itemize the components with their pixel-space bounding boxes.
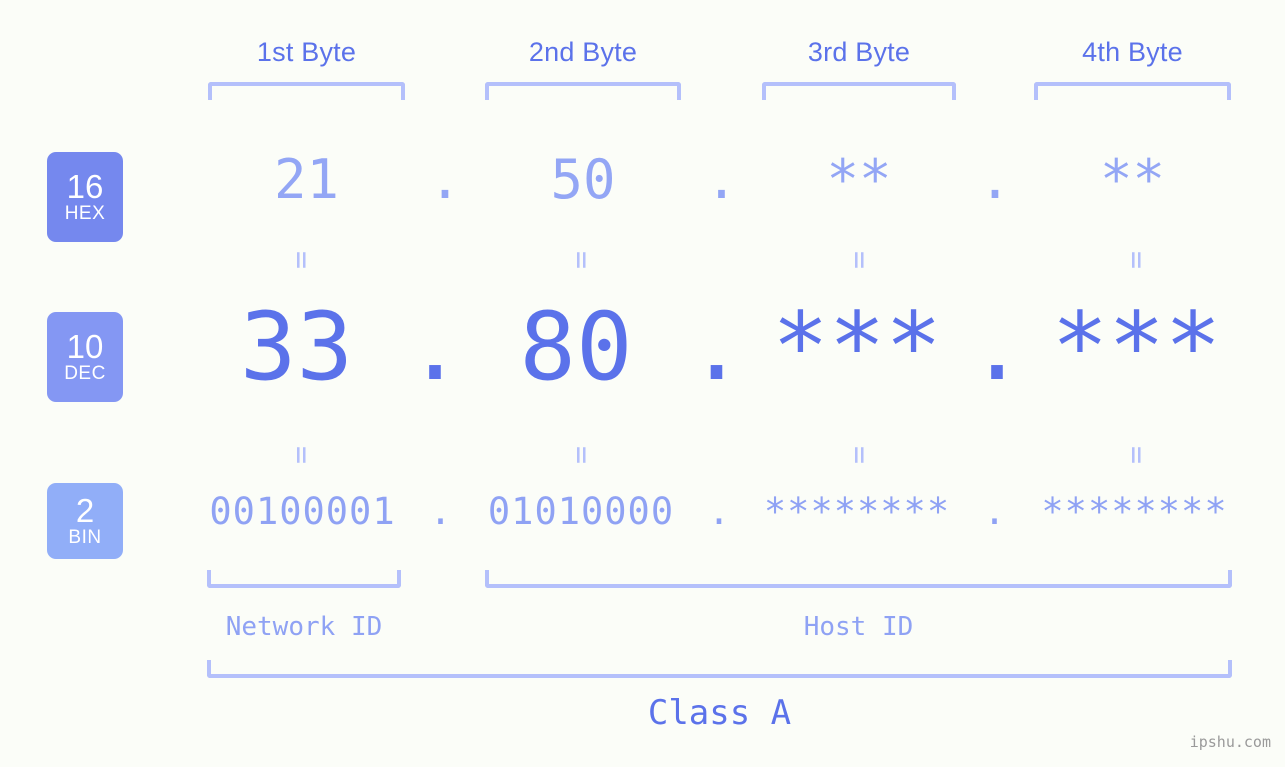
- dec-separator-3: .: [968, 293, 1026, 402]
- equals-mark-dec-bin-1: =: [284, 445, 319, 465]
- dec-byte-3-value: ***: [772, 293, 942, 402]
- base-badge-hex: 16 HEX: [47, 152, 123, 242]
- bracket-host-id: [485, 570, 1232, 588]
- class-label: Class A: [647, 693, 792, 733]
- hex-separator-3: .: [978, 148, 1012, 211]
- host-id-label: Host ID: [803, 612, 914, 642]
- bin-separator-3: .: [983, 490, 1007, 533]
- bin-byte-3-value: ********: [763, 490, 951, 533]
- bracket-byte-3: [762, 82, 956, 100]
- bracket-byte-1: [208, 82, 405, 100]
- hex-byte-3-value: **: [826, 148, 892, 211]
- equals-mark-hex-dec-4: =: [1119, 250, 1154, 270]
- base-badge-dec-label: DEC: [64, 362, 106, 384]
- dec-separator-1: .: [406, 293, 464, 402]
- dec-separator-2: .: [688, 293, 745, 402]
- bracket-byte-2: [485, 82, 681, 100]
- equals-mark-hex-dec-1: =: [284, 250, 319, 270]
- bin-byte-1-value: 00100001: [209, 490, 396, 533]
- bin-byte-2-value: 01010000: [487, 490, 675, 533]
- equals-mark-dec-bin-4: =: [1119, 445, 1154, 465]
- hex-byte-4-value: **: [1099, 148, 1166, 211]
- watermark: ipshu.com: [1189, 733, 1271, 751]
- dec-byte-2-value: 80: [519, 293, 633, 402]
- equals-mark-hex-dec-3: =: [842, 250, 877, 270]
- base-badge-dec-number: 10: [66, 327, 104, 365]
- bin-separator-2: .: [707, 490, 732, 533]
- hex-separator-1: .: [428, 148, 462, 211]
- equals-mark-dec-bin-3: =: [842, 445, 877, 465]
- dec-byte-4-value: ***: [1051, 293, 1222, 402]
- bracket-byte-4: [1034, 82, 1231, 100]
- byte-header-2: 2nd Byte: [528, 37, 638, 67]
- base-badge-bin-label: BIN: [68, 526, 102, 548]
- bracket-class: [207, 660, 1232, 678]
- ip-byte-breakdown-diagram: 1st Byte 2nd Byte 3rd Byte 4th Byte 16 H…: [0, 0, 1285, 767]
- byte-header-4: 4th Byte: [1082, 37, 1183, 67]
- base-badge-dec: 10 DEC: [47, 312, 123, 402]
- base-badge-bin-number: 2: [75, 491, 95, 529]
- bin-byte-4-value: ********: [1041, 490, 1228, 533]
- equals-mark-dec-bin-2: =: [564, 445, 599, 465]
- bin-separator-1: .: [429, 490, 453, 533]
- base-badge-hex-number: 16: [66, 167, 104, 205]
- hex-byte-2-value: 50: [550, 148, 616, 211]
- byte-header-1: 1st Byte: [256, 37, 357, 67]
- dec-byte-1-value: 33: [239, 293, 354, 402]
- base-badge-bin: 2 BIN: [47, 483, 123, 559]
- bracket-network-id: [207, 570, 401, 588]
- hex-separator-2: .: [705, 148, 738, 211]
- byte-header-3: 3rd Byte: [807, 37, 911, 67]
- network-id-label: Network ID: [225, 612, 383, 642]
- base-badge-hex-label: HEX: [64, 202, 106, 224]
- equals-mark-hex-dec-2: =: [564, 250, 599, 270]
- hex-byte-1-value: 21: [273, 148, 340, 211]
